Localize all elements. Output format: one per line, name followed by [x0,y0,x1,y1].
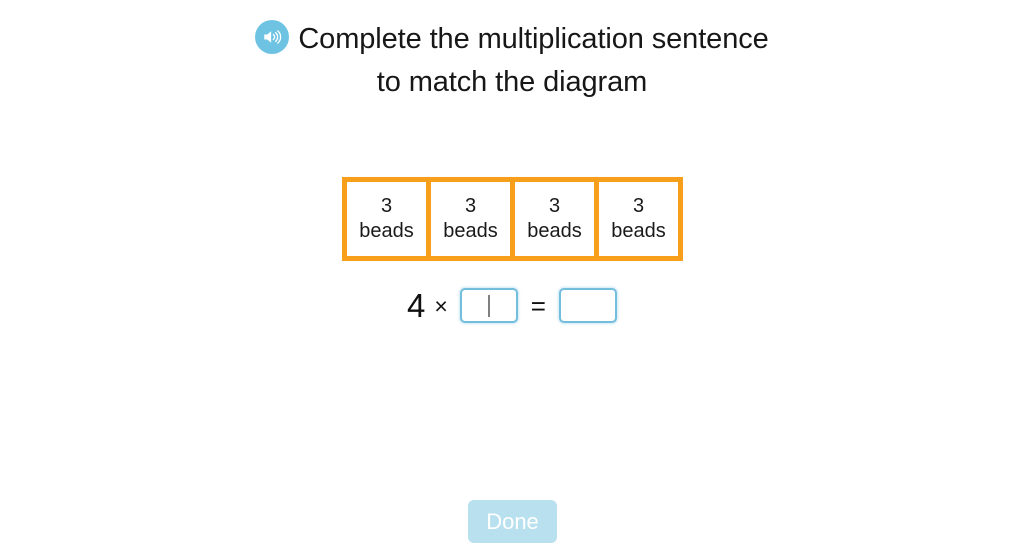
diagram-cell-count: 3 [380,195,393,217]
text-caret [487,294,490,317]
tape-diagram: 3 beads 3 beads 3 beads 3 beads [342,177,683,261]
diagram-cell: 3 beads [515,182,594,256]
multiply-symbol: × [434,292,448,319]
diagram-cell-unit: beads [527,220,582,242]
done-button[interactable]: Done [468,500,557,543]
diagram-cell: 3 beads [347,182,426,256]
title-line-1: Complete the multiplication sentence [0,18,1024,61]
diagram-cell-count: 3 [632,195,645,217]
factor-input[interactable] [459,288,518,323]
title-line-2: to match the diagram [376,66,648,98]
diagram-cell-unit: beads [611,220,666,242]
diagram-cell-count: 3 [464,195,477,217]
product-input[interactable] [558,288,617,323]
diagram-cell-count: 3 [548,195,561,217]
diagram-cell-unit: beads [359,220,414,242]
title-text-line-1: Complete the multiplication sentence [298,23,769,55]
equals-symbol: = [530,290,546,321]
diagram-cell: 3 beads [599,182,678,256]
multiplication-sentence: 4 × = [0,288,1024,323]
diagram-cell: 3 beads [431,182,510,256]
diagram-cell-unit: beads [443,220,498,242]
speaker-icon[interactable] [255,20,290,54]
page-title: Complete the multiplication sentence to … [0,18,1024,104]
equation-factor: 4 [407,286,426,324]
